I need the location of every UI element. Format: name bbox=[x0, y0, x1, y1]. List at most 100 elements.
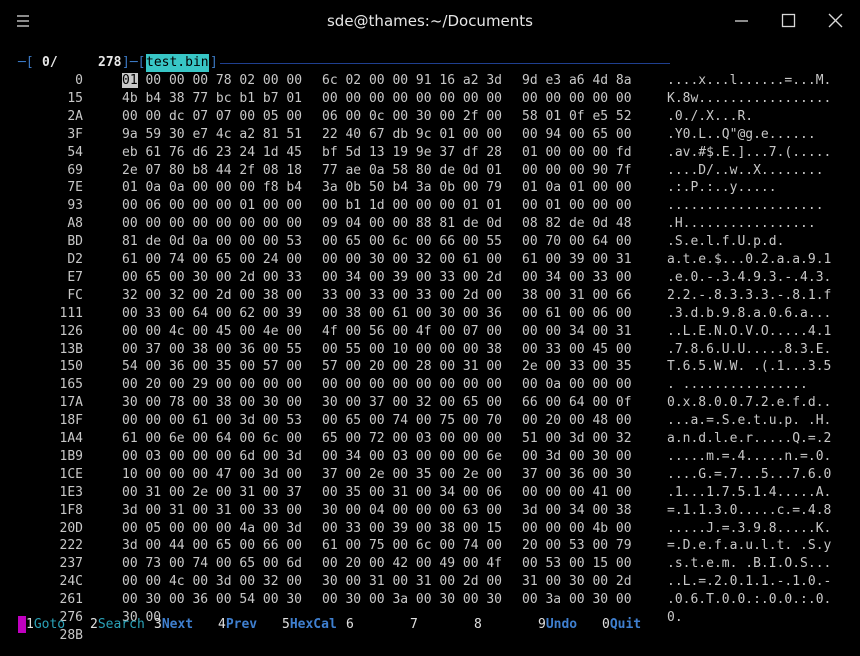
hex-group[interactable]: 00 34 00 39 00 33 00 2d bbox=[322, 269, 502, 287]
hex-group[interactable]: 10 00 00 00 47 00 3d 00 bbox=[122, 466, 302, 484]
hex-group[interactable]: 00 00 34 00 31 bbox=[522, 323, 632, 341]
hex-group[interactable]: 00 00 00 00 00 00 00 00 bbox=[322, 376, 502, 394]
fkey-5[interactable]: 5HexCal bbox=[282, 616, 337, 634]
hex-group[interactable]: 00 34 00 33 00 bbox=[522, 269, 632, 287]
hex-group[interactable]: 2e 00 33 00 35 bbox=[522, 358, 632, 376]
hex-group[interactable]: 00 31 00 2e 00 31 00 37 bbox=[122, 484, 302, 502]
hex-group[interactable]: 00 37 00 38 00 36 00 55 bbox=[122, 341, 302, 359]
fkey-9[interactable]: 9Undo bbox=[538, 616, 577, 634]
hex-group[interactable]: 01 0a 01 00 00 bbox=[522, 179, 632, 197]
hex-group[interactable]: 00 b1 1d 00 00 00 01 01 bbox=[322, 197, 502, 215]
hex-group[interactable]: 00 33 00 45 00 bbox=[522, 341, 632, 359]
hex-group[interactable]: 37 00 36 00 30 bbox=[522, 466, 632, 484]
hex-group[interactable]: 9a 59 30 e7 4c a2 81 51 bbox=[122, 126, 302, 144]
hex-group[interactable]: 2e 07 80 b8 44 2f 08 18 bbox=[122, 162, 302, 180]
hex-group[interactable]: 30 00 31 00 31 00 2d 00 bbox=[322, 573, 502, 591]
hex-group[interactable]: 00 3a 00 30 00 bbox=[522, 591, 632, 609]
hex-group[interactable]: 30 00 04 00 00 00 63 00 bbox=[322, 502, 502, 520]
hex-group[interactable]: 01 00 00 00 fd bbox=[522, 144, 632, 162]
ascii-column[interactable]: .e.0.-.3.4.9.3.-.4.3. bbox=[667, 269, 831, 287]
hex-group[interactable]: 61 00 75 00 6c 00 74 00 bbox=[322, 537, 502, 555]
hex-group[interactable]: 4f 00 56 00 4f 00 07 00 bbox=[322, 323, 502, 341]
hex-group[interactable]: 00 06 00 00 00 01 00 00 bbox=[122, 197, 302, 215]
hex-group[interactable]: 61 00 74 00 65 00 24 00 bbox=[122, 251, 302, 269]
hex-group[interactable]: 00 73 00 74 00 65 00 6d bbox=[122, 555, 302, 573]
ascii-column[interactable]: a.t.e.$...0.2.a.a.9.1 bbox=[667, 251, 831, 269]
ascii-column[interactable]: ...a.=.S.e.t.u.p. .H. bbox=[667, 412, 831, 430]
ascii-column[interactable]: .av.#$.E.]...7.(..... bbox=[667, 144, 831, 162]
hex-group[interactable]: 00 3d 00 30 00 bbox=[522, 448, 632, 466]
hex-group[interactable]: 00 30 00 36 00 54 00 30 bbox=[122, 591, 302, 609]
fkey-2[interactable]: 2Search bbox=[90, 616, 145, 634]
hex-group[interactable]: 20 00 53 00 79 bbox=[522, 537, 632, 555]
hex-group[interactable]: 09 04 00 00 88 81 de 0d bbox=[322, 215, 502, 233]
ascii-column[interactable]: .................... bbox=[667, 197, 824, 215]
hex-group[interactable]: 00 20 00 29 00 00 00 00 bbox=[122, 376, 302, 394]
hex-group[interactable]: 33 00 33 00 33 00 2d 00 bbox=[322, 287, 502, 305]
maximize-button[interactable] bbox=[773, 6, 803, 36]
ascii-column[interactable]: .H................. bbox=[667, 215, 816, 233]
hex-group[interactable]: 61 00 6e 00 64 00 6c 00 bbox=[122, 430, 302, 448]
hex-group[interactable]: 81 de 0d 0a 00 00 00 53 bbox=[122, 233, 302, 251]
hex-group[interactable]: 61 00 39 00 31 bbox=[522, 251, 632, 269]
ascii-column[interactable]: ....x...l......=...M. bbox=[667, 72, 831, 90]
fkey-6[interactable]: 6 bbox=[346, 616, 354, 634]
ascii-column[interactable]: .:.P.:..y..... bbox=[667, 179, 777, 197]
hex-group[interactable]: 00 0a 00 00 00 bbox=[522, 376, 632, 394]
hex-group[interactable]: 00 38 00 61 00 30 00 36 bbox=[322, 305, 502, 323]
hexedit-view[interactable]: ─[ 0/ 278 ]─[ test.bin ] 0 01 00 00 00 78… bbox=[0, 44, 860, 656]
ascii-column[interactable]: 0.x.8.0.0.7.2.e.f.d.. bbox=[667, 394, 831, 412]
close-button[interactable] bbox=[820, 6, 850, 36]
hex-group[interactable]: 00 65 00 74 00 75 00 70 bbox=[322, 412, 502, 430]
minimize-button[interactable] bbox=[726, 6, 756, 36]
hex-group[interactable]: 9d e3 a6 4d 8a bbox=[522, 72, 632, 90]
hex-group[interactable]: bf 5d 13 19 9e 37 df 28 bbox=[322, 144, 502, 162]
hex-group[interactable]: 4b b4 38 77 bc b1 b7 01 bbox=[122, 90, 302, 108]
hex-group[interactable]: 57 00 20 00 28 00 31 00 bbox=[322, 358, 502, 376]
hex-group[interactable]: 01 0a 0a 00 00 00 f8 b4 bbox=[122, 179, 302, 197]
hex-group[interactable]: eb 61 76 d6 23 24 1d 45 bbox=[122, 144, 302, 162]
ascii-column[interactable]: K.8w................. bbox=[667, 90, 831, 108]
hex-group[interactable]: 00 05 00 00 00 4a 00 3d bbox=[122, 520, 302, 538]
hex-group[interactable]: 00 00 00 41 00 bbox=[522, 484, 632, 502]
hex-group[interactable]: 00 94 00 65 00 bbox=[522, 126, 632, 144]
ascii-column[interactable]: 2.2.-.8.3.3.3.-.8.1.f bbox=[667, 287, 831, 305]
hex-group[interactable]: 3d 00 44 00 65 00 66 00 bbox=[122, 537, 302, 555]
hex-group[interactable]: 31 00 30 00 2d bbox=[522, 573, 632, 591]
hex-group[interactable]: 54 00 36 00 35 00 57 00 bbox=[122, 358, 302, 376]
hex-group[interactable]: 00 33 00 39 00 38 00 15 bbox=[322, 520, 502, 538]
ascii-column[interactable]: =.1.1.3.0.....c.=.4.8 bbox=[667, 502, 831, 520]
hex-group[interactable]: 00 33 00 64 00 62 00 39 bbox=[122, 305, 302, 323]
hex-group[interactable]: 00 70 00 64 00 bbox=[522, 233, 632, 251]
ascii-column[interactable]: .Y0.L..Q"@g.e...... bbox=[667, 126, 816, 144]
ascii-column[interactable]: .0./.X...R. bbox=[667, 108, 753, 126]
ascii-column[interactable]: ....G.=.7...5...7.6.0 bbox=[667, 466, 831, 484]
hex-group[interactable]: 00 00 30 00 32 00 61 00 bbox=[322, 251, 502, 269]
hex-group[interactable]: 00 20 00 42 00 49 00 4f bbox=[322, 555, 502, 573]
hex-group[interactable]: 66 00 64 00 0f bbox=[522, 394, 632, 412]
ascii-column[interactable]: .1...1.7.5.1.4.....A. bbox=[667, 484, 831, 502]
hex-group[interactable]: 00 00 4c 00 45 00 4e 00 bbox=[122, 323, 302, 341]
hex-group[interactable]: 6c 02 00 00 91 16 a2 3d bbox=[322, 72, 502, 90]
hex-group[interactable]: 00 03 00 00 00 6d 00 3d bbox=[122, 448, 302, 466]
hex-group[interactable]: 00 00 4c 00 3d 00 32 00 bbox=[122, 573, 302, 591]
ascii-column[interactable]: ..L.E.N.O.V.O.....4.1 bbox=[667, 323, 831, 341]
ascii-column[interactable]: ....D/..w..X........ bbox=[667, 162, 824, 180]
hex-group[interactable]: 3d 00 34 00 38 bbox=[522, 502, 632, 520]
hex-group[interactable]: 3d 00 31 00 31 00 33 00 bbox=[122, 502, 302, 520]
hex-group[interactable]: 00 34 00 03 00 00 00 6e bbox=[322, 448, 502, 466]
edit-cursor[interactable]: 01 bbox=[122, 73, 138, 88]
ascii-column[interactable]: .S.e.l.f.U.p.d. bbox=[667, 233, 784, 251]
ascii-column[interactable]: ..L.=.2.0.1.1.-.1.0.- bbox=[667, 573, 831, 591]
hex-group[interactable]: 00 00 00 00 00 00 00 00 bbox=[122, 215, 302, 233]
fkey-7[interactable]: 7 bbox=[410, 616, 418, 634]
hex-group[interactable]: 30 00 78 00 38 00 30 00 bbox=[122, 394, 302, 412]
fkey-0[interactable]: 0Quit bbox=[602, 616, 641, 634]
fkey-8[interactable]: 8 bbox=[474, 616, 482, 634]
hex-group[interactable]: 58 01 0f e5 52 bbox=[522, 108, 632, 126]
hex-group[interactable]: 00 30 00 3a 00 30 00 30 bbox=[322, 591, 502, 609]
ascii-column[interactable]: .7.8.6.U.U.....8.3.E. bbox=[667, 341, 831, 359]
ascii-column[interactable]: T.6.5.W.W. .(.1...3.5 bbox=[667, 358, 831, 376]
fkey-3[interactable]: 3Next bbox=[154, 616, 193, 634]
hex-group[interactable]: 3a 0b 50 b4 3a 0b 00 79 bbox=[322, 179, 502, 197]
